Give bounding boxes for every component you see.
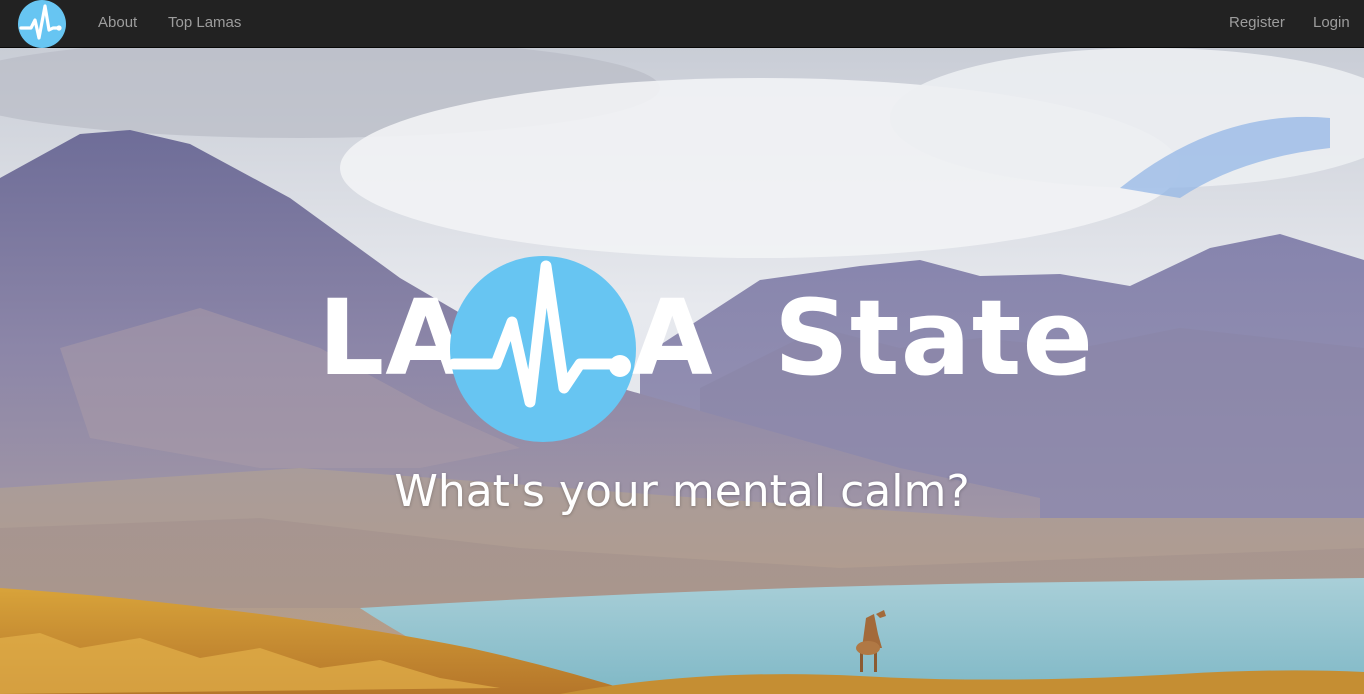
hero-section: LA A State What's your mental calm? bbox=[0, 48, 1364, 694]
nav-link-login[interactable]: Login bbox=[1313, 0, 1350, 48]
heartbeat-icon[interactable] bbox=[18, 0, 66, 48]
landscape-background bbox=[0, 48, 1364, 694]
top-navbar: About Top Lamas Register Login bbox=[0, 0, 1364, 48]
nav-link-about[interactable]: About bbox=[98, 0, 137, 48]
nav-link-top-lamas[interactable]: Top Lamas bbox=[168, 0, 241, 48]
hero-tagline: What's your mental calm? bbox=[394, 466, 970, 517]
nav-link-register[interactable]: Register bbox=[1229, 0, 1285, 48]
